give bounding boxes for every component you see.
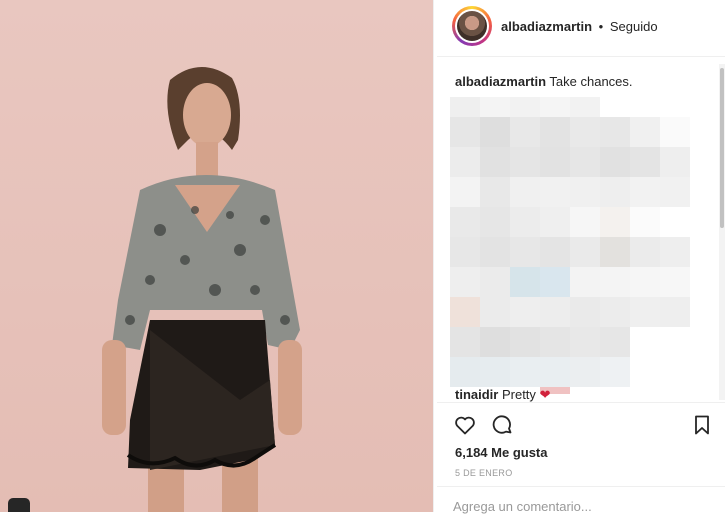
instagram-post: albadiazmartin • Seguido albadiazmartin … xyxy=(0,0,725,515)
comment-text: Pretty xyxy=(501,387,536,402)
post-header: albadiazmartin • Seguido xyxy=(437,0,725,57)
likes-count[interactable]: 6,184 Me gusta xyxy=(455,445,548,460)
post-photo[interactable] xyxy=(0,0,433,512)
bookmark-icon[interactable] xyxy=(690,413,714,437)
header-text: albadiazmartin • Seguido xyxy=(501,19,658,34)
header-username[interactable]: albadiazmartin xyxy=(501,19,592,34)
pixelated-comments xyxy=(450,97,690,394)
scrollbar-thumb[interactable] xyxy=(720,68,724,228)
user-tag-icon[interactable] xyxy=(8,498,30,512)
post-date[interactable]: 5 DE ENERO xyxy=(455,468,513,478)
caption-text: Take chances. xyxy=(549,74,633,89)
post-actions: 6,184 Me gusta 5 DE ENERO xyxy=(437,402,725,478)
post-side-panel: albadiazmartin • Seguido albadiazmartin … xyxy=(437,0,725,515)
comment-username[interactable]: tinaidir xyxy=(455,387,498,402)
heart-icon[interactable] xyxy=(453,413,477,437)
comment-bubble-icon[interactable] xyxy=(490,413,514,437)
post-caption: albadiazmartin Take chances. xyxy=(455,74,633,89)
heart-emoji: ❤ xyxy=(539,387,551,402)
pixelated-mosaic xyxy=(450,97,690,394)
add-comment-section xyxy=(437,486,725,515)
caption-username[interactable]: albadiazmartin xyxy=(455,74,546,89)
comments-scrollbar[interactable] xyxy=(719,64,725,400)
add-comment-input[interactable] xyxy=(453,497,713,515)
comments-list: albadiazmartin Take chances. tinaidir Pr… xyxy=(437,57,719,402)
avatar-image xyxy=(457,11,487,41)
header-separator: • xyxy=(598,19,604,34)
comment-item: tinaidir Pretty ❤ xyxy=(455,387,550,402)
avatar[interactable] xyxy=(452,6,492,46)
photo-illustration xyxy=(102,66,302,512)
avatar-ring-inner xyxy=(455,9,489,43)
follow-status-button[interactable]: Seguido xyxy=(610,19,658,34)
